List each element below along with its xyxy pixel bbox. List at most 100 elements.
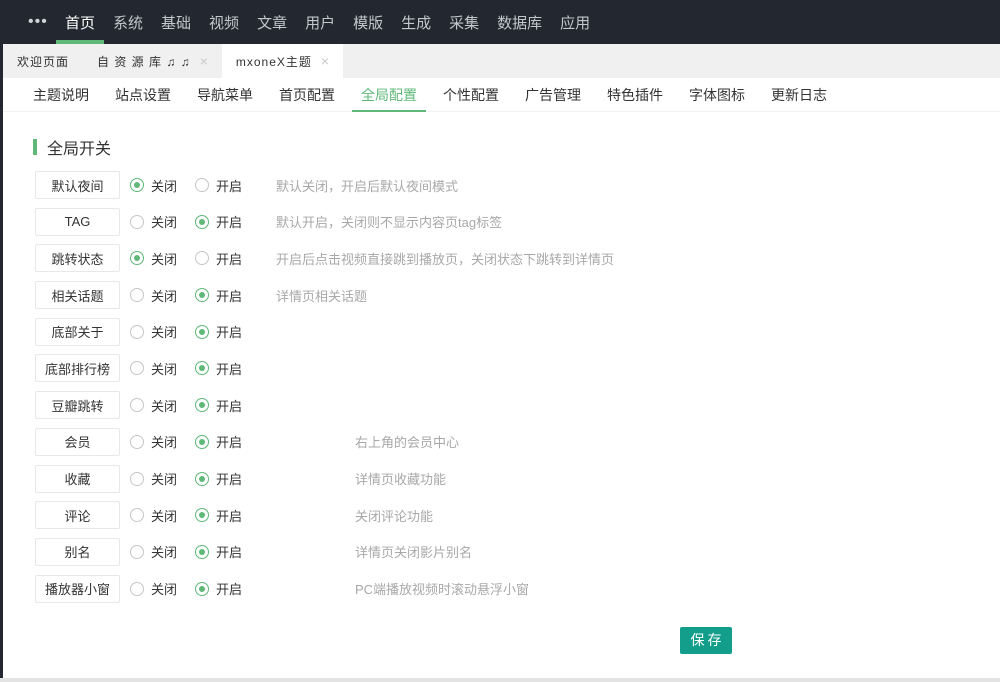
radio-icon[interactable] bbox=[195, 325, 209, 339]
theme-tab-首页配置[interactable]: 首页配置 bbox=[270, 78, 344, 111]
radio-icon[interactable] bbox=[195, 215, 209, 229]
radio-label[interactable]: 关闭 bbox=[151, 249, 177, 268]
radio-icon[interactable] bbox=[195, 398, 209, 412]
radio-label[interactable]: 关闭 bbox=[151, 396, 177, 415]
radio-option-off[interactable]: 关闭 bbox=[130, 506, 195, 525]
radio-icon[interactable] bbox=[195, 435, 209, 449]
save-button[interactable]: 保存 bbox=[680, 627, 732, 654]
radio-icon[interactable] bbox=[195, 288, 209, 302]
radio-icon[interactable] bbox=[130, 361, 144, 375]
tab-close-icon[interactable]: × bbox=[321, 54, 329, 68]
topnav-item-文章[interactable]: 文章 bbox=[257, 0, 287, 44]
window-tab[interactable]: 欢迎页面 bbox=[3, 44, 83, 78]
radio-label[interactable]: 关闭 bbox=[151, 322, 177, 341]
radio-option-off[interactable]: 关闭 bbox=[130, 212, 195, 231]
radio-icon[interactable] bbox=[195, 508, 209, 522]
radio-option-on[interactable]: 开启 bbox=[195, 542, 260, 561]
radio-option-on[interactable]: 开启 bbox=[195, 469, 260, 488]
radio-icon[interactable] bbox=[130, 435, 144, 449]
radio-icon[interactable] bbox=[130, 251, 144, 265]
topnav-item-系统[interactable]: 系统 bbox=[113, 0, 143, 44]
theme-tab-主题说明[interactable]: 主题说明 bbox=[24, 78, 98, 111]
theme-tab-个性配置[interactable]: 个性配置 bbox=[434, 78, 508, 111]
theme-tab-更新日志[interactable]: 更新日志 bbox=[762, 78, 836, 111]
radio-label[interactable]: 关闭 bbox=[151, 286, 177, 305]
radio-option-off[interactable]: 关闭 bbox=[130, 469, 195, 488]
topnav-item-采集[interactable]: 采集 bbox=[449, 0, 479, 44]
radio-icon[interactable] bbox=[195, 361, 209, 375]
radio-label[interactable]: 关闭 bbox=[151, 542, 177, 561]
window-tab[interactable]: mxoneX主题× bbox=[222, 44, 343, 78]
radio-option-off[interactable]: 关闭 bbox=[130, 249, 195, 268]
radio-icon[interactable] bbox=[195, 178, 209, 192]
radio-option-on[interactable]: 开启 bbox=[195, 359, 260, 378]
radio-option-on[interactable]: 开启 bbox=[195, 212, 260, 231]
radio-label[interactable]: 开启 bbox=[216, 542, 242, 561]
theme-tab-导航菜单[interactable]: 导航菜单 bbox=[188, 78, 262, 111]
theme-tab-字体图标[interactable]: 字体图标 bbox=[680, 78, 754, 111]
tab-close-icon[interactable]: × bbox=[200, 54, 208, 68]
overflow-menu-icon[interactable]: ••• bbox=[28, 0, 48, 44]
radio-option-on[interactable]: 开启 bbox=[195, 579, 260, 598]
radio-label[interactable]: 开启 bbox=[216, 212, 242, 231]
radio-icon[interactable] bbox=[130, 398, 144, 412]
radio-icon[interactable] bbox=[195, 251, 209, 265]
radio-option-off[interactable]: 关闭 bbox=[130, 432, 195, 451]
radio-label[interactable]: 关闭 bbox=[151, 212, 177, 231]
window-tab[interactable]: 自 资 源 库 ♫ ♫× bbox=[83, 44, 222, 78]
radio-icon[interactable] bbox=[130, 288, 144, 302]
radio-option-off[interactable]: 关闭 bbox=[130, 322, 195, 341]
radio-label[interactable]: 开启 bbox=[216, 469, 242, 488]
radio-option-on[interactable]: 开启 bbox=[195, 432, 260, 451]
radio-option-on[interactable]: 开启 bbox=[195, 176, 260, 195]
radio-label[interactable]: 关闭 bbox=[151, 176, 177, 195]
topnav-item-基础[interactable]: 基础 bbox=[161, 0, 191, 44]
theme-tab-特色插件[interactable]: 特色插件 bbox=[598, 78, 672, 111]
radio-icon[interactable] bbox=[130, 178, 144, 192]
radio-option-off[interactable]: 关闭 bbox=[130, 176, 195, 195]
radio-label[interactable]: 关闭 bbox=[151, 359, 177, 378]
radio-option-on[interactable]: 开启 bbox=[195, 396, 260, 415]
radio-option-on[interactable]: 开启 bbox=[195, 322, 260, 341]
theme-tab-全局配置[interactable]: 全局配置 bbox=[352, 78, 426, 111]
radio-icon[interactable] bbox=[195, 545, 209, 559]
radio-label[interactable]: 关闭 bbox=[151, 579, 177, 598]
radio-icon[interactable] bbox=[130, 325, 144, 339]
radio-label[interactable]: 开启 bbox=[216, 176, 242, 195]
topnav-item-视频[interactable]: 视频 bbox=[209, 0, 239, 44]
radio-icon[interactable] bbox=[130, 582, 144, 596]
radio-option-off[interactable]: 关闭 bbox=[130, 396, 195, 415]
radio-label[interactable]: 开启 bbox=[216, 432, 242, 451]
radio-option-off[interactable]: 关闭 bbox=[130, 542, 195, 561]
radio-label[interactable]: 关闭 bbox=[151, 506, 177, 525]
theme-tab-广告管理[interactable]: 广告管理 bbox=[516, 78, 590, 111]
radio-option-on[interactable]: 开启 bbox=[195, 249, 260, 268]
radio-label[interactable]: 开启 bbox=[216, 359, 242, 378]
radio-icon[interactable] bbox=[195, 472, 209, 486]
topnav-item-生成[interactable]: 生成 bbox=[401, 0, 431, 44]
radio-option-on[interactable]: 开启 bbox=[195, 286, 260, 305]
radio-icon[interactable] bbox=[130, 215, 144, 229]
radio-label[interactable]: 关闭 bbox=[151, 432, 177, 451]
topnav-item-数据库[interactable]: 数据库 bbox=[497, 0, 542, 44]
radio-option-on[interactable]: 开启 bbox=[195, 506, 260, 525]
topnav-item-用户[interactable]: 用户 bbox=[305, 0, 335, 44]
radio-label[interactable]: 开启 bbox=[216, 506, 242, 525]
radio-label[interactable]: 关闭 bbox=[151, 469, 177, 488]
radio-icon[interactable] bbox=[130, 472, 144, 486]
topnav-item-应用[interactable]: 应用 bbox=[560, 0, 590, 44]
radio-label[interactable]: 开启 bbox=[216, 396, 242, 415]
radio-option-off[interactable]: 关闭 bbox=[130, 359, 195, 378]
radio-label[interactable]: 开启 bbox=[216, 322, 242, 341]
radio-option-off[interactable]: 关闭 bbox=[130, 286, 195, 305]
radio-label[interactable]: 开启 bbox=[216, 249, 242, 268]
topnav-item-模版[interactable]: 模版 bbox=[353, 0, 383, 44]
topnav-item-首页[interactable]: 首页 bbox=[65, 0, 95, 44]
theme-tab-站点设置[interactable]: 站点设置 bbox=[106, 78, 180, 111]
radio-option-off[interactable]: 关闭 bbox=[130, 579, 195, 598]
radio-label[interactable]: 开启 bbox=[216, 286, 242, 305]
radio-icon[interactable] bbox=[195, 582, 209, 596]
radio-icon[interactable] bbox=[130, 508, 144, 522]
radio-label[interactable]: 开启 bbox=[216, 579, 242, 598]
radio-icon[interactable] bbox=[130, 545, 144, 559]
